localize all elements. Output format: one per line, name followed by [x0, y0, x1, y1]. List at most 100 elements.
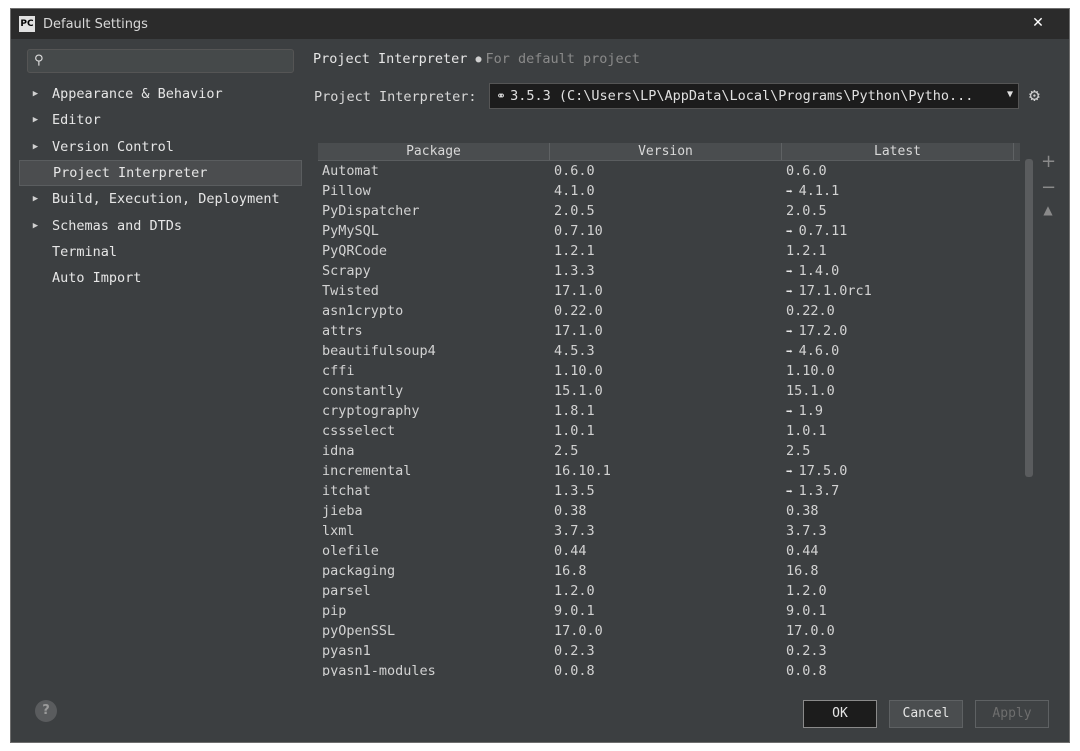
- table-row[interactable]: PyQRCode 1.2.1 1.2.1: [318, 241, 1020, 261]
- sidebar-item[interactable]: Project Interpreter: [19, 159, 302, 187]
- table-row[interactable]: cffi 1.10.0 1.10.0: [318, 361, 1020, 381]
- help-button[interactable]: ?: [35, 700, 57, 722]
- latest-version-text: 1.2.1: [786, 243, 827, 259]
- table-row[interactable]: asn1crypto 0.22.0 0.22.0: [318, 301, 1020, 321]
- table-row[interactable]: pyOpenSSL 17.0.0 17.0.0: [318, 621, 1020, 641]
- add-package-button[interactable]: +: [1041, 151, 1056, 172]
- sidebar-item[interactable]: ▶ Editor: [19, 107, 302, 133]
- version-cell: 17.1.0: [554, 323, 603, 339]
- table-row[interactable]: olefile 0.44 0.44: [318, 541, 1020, 561]
- latest-cell: ➡ 17.1.0rc1: [782, 283, 1014, 299]
- table-row[interactable]: Automat 0.6.0 0.6.0: [318, 161, 1020, 181]
- version-cell: 2.5: [554, 443, 579, 459]
- expand-arrow-icon[interactable]: ▶: [19, 221, 52, 231]
- version-cell: 4.5.3: [554, 343, 595, 359]
- ok-button[interactable]: OK: [803, 700, 877, 728]
- latest-cell: 0.2.3: [782, 643, 1014, 659]
- apply-button[interactable]: Apply: [975, 700, 1049, 728]
- latest-cell: 0.22.0: [782, 303, 1014, 319]
- table-row[interactable]: Twisted 17.1.0 ➡ 17.1.0rc1: [318, 281, 1020, 301]
- table-row[interactable]: constantly 15.1.0 15.1.0: [318, 381, 1020, 401]
- latest-cell: ➡ 17.2.0: [782, 323, 1014, 339]
- sidebar-item[interactable]: Terminal: [19, 239, 302, 265]
- latest-version-text: 17.5.0: [798, 463, 848, 479]
- package-name-cell: constantly: [322, 383, 404, 399]
- sidebar-item[interactable]: ▶ Schemas and DTDs: [19, 212, 302, 238]
- package-name-cell: Pillow: [322, 183, 371, 199]
- sidebar-item[interactable]: ▶ Version Control: [19, 134, 302, 160]
- latest-cell: 1.10.0: [782, 363, 1014, 379]
- gear-icon[interactable]: ⚙: [1029, 85, 1040, 106]
- latest-cell: ➡ 1.9: [782, 403, 1014, 419]
- latest-cell: ➡ 1.3.7: [782, 483, 1014, 499]
- close-button[interactable]: ✕: [1025, 13, 1051, 33]
- table-row[interactable]: PyMySQL 0.7.10 ➡ 0.7.11: [318, 221, 1020, 241]
- package-name-cell: Scrapy: [322, 263, 371, 279]
- table-row[interactable]: packaging 16.8 16.8: [318, 561, 1020, 581]
- table-row[interactable]: attrs 17.1.0 ➡ 17.2.0: [318, 321, 1020, 341]
- cancel-button[interactable]: Cancel: [889, 700, 963, 728]
- upgrade-arrow-icon: ➡: [786, 345, 793, 358]
- column-header-latest[interactable]: Latest: [782, 143, 1014, 160]
- table-scrollbar[interactable]: [1025, 159, 1033, 477]
- search-input[interactable]: [52, 52, 288, 70]
- latest-version-text: 0.7.11: [798, 223, 848, 239]
- latest-cell: ➡ 17.5.0: [782, 463, 1014, 479]
- package-name-cell: olefile: [322, 543, 379, 559]
- interpreter-dropdown[interactable]: ⚭ 3.5.3 (C:\Users\LP\AppData\Local\Progr…: [489, 83, 1019, 109]
- latest-cell: 17.0.0: [782, 623, 1014, 639]
- latest-cell: 1.0.1: [782, 423, 1014, 439]
- version-cell: 15.1.0: [554, 383, 603, 399]
- table-row[interactable]: cryptography 1.8.1 ➡ 1.9: [318, 401, 1020, 421]
- version-cell: 0.44: [554, 543, 587, 559]
- package-name-cell: PyQRCode: [322, 243, 388, 259]
- sidebar-item[interactable]: ▶ Appearance & Behavior: [19, 81, 302, 107]
- table-row[interactable]: parsel 1.2.0 1.2.0: [318, 581, 1020, 601]
- upgrade-arrow-icon: ➡: [786, 465, 793, 478]
- expand-arrow-icon[interactable]: ▶: [19, 115, 52, 125]
- remove-package-button[interactable]: −: [1041, 177, 1056, 198]
- upgrade-arrow-icon: ➡: [786, 285, 793, 298]
- table-row[interactable]: idna 2.5 2.5: [318, 441, 1020, 461]
- sidebar-item[interactable]: ▶ Build, Execution, Deployment: [19, 186, 302, 212]
- package-name-cell: itchat: [322, 483, 371, 499]
- latest-version-text: 17.1.0rc1: [798, 283, 872, 299]
- table-row[interactable]: pyasn1-modules 0.0.8 0.0.8: [318, 661, 1020, 676]
- version-cell: 1.2.1: [554, 243, 595, 259]
- table-row[interactable]: pyasn1 0.2.3 0.2.3: [318, 641, 1020, 661]
- package-name-cell: pyasn1-modules: [322, 663, 436, 676]
- expand-arrow-icon[interactable]: ▶: [19, 89, 52, 99]
- table-row[interactable]: itchat 1.3.5 ➡ 1.3.7: [318, 481, 1020, 501]
- version-cell: 1.3.3: [554, 263, 595, 279]
- table-row[interactable]: PyDispatcher 2.0.5 2.0.5: [318, 201, 1020, 221]
- search-icon: ⚲: [34, 53, 44, 68]
- latest-version-text: 17.2.0: [798, 323, 848, 339]
- dialog-footer: ? OK Cancel Apply: [11, 689, 1069, 742]
- table-row[interactable]: jieba 0.38 0.38: [318, 501, 1020, 521]
- upgrade-package-button[interactable]: ▲: [1041, 203, 1055, 217]
- sidebar-search[interactable]: ⚲: [27, 49, 294, 73]
- column-header-package[interactable]: Package: [318, 143, 550, 160]
- sidebar-item[interactable]: Auto Import: [19, 265, 302, 291]
- upgrade-arrow-icon: ➡: [786, 405, 793, 418]
- expand-arrow-icon[interactable]: ▶: [19, 142, 52, 152]
- page-title: Project Interpreter: [313, 51, 468, 67]
- latest-cell: 9.0.1: [782, 603, 1014, 619]
- column-header-version[interactable]: Version: [550, 143, 782, 160]
- version-cell: 0.6.0: [554, 163, 595, 179]
- table-row[interactable]: incremental 16.10.1 ➡ 17.5.0: [318, 461, 1020, 481]
- latest-version-text: 3.7.3: [786, 523, 827, 539]
- table-row[interactable]: lxml 3.7.3 3.7.3: [318, 521, 1020, 541]
- version-cell: 0.0.8: [554, 663, 595, 676]
- version-cell: 16.8: [554, 563, 587, 579]
- table-row[interactable]: beautifulsoup4 4.5.3 ➡ 4.6.0: [318, 341, 1020, 361]
- table-row[interactable]: pip 9.0.1 9.0.1: [318, 601, 1020, 621]
- version-cell: 0.7.10: [554, 223, 603, 239]
- latest-cell: 1.2.0: [782, 583, 1014, 599]
- package-name-cell: packaging: [322, 563, 396, 579]
- latest-cell: ➡ 1.4.0: [782, 263, 1014, 279]
- table-row[interactable]: Scrapy 1.3.3 ➡ 1.4.0: [318, 261, 1020, 281]
- table-row[interactable]: Pillow 4.1.0 ➡ 4.1.1: [318, 181, 1020, 201]
- expand-arrow-icon[interactable]: ▶: [19, 194, 52, 204]
- table-row[interactable]: cssselect 1.0.1 1.0.1: [318, 421, 1020, 441]
